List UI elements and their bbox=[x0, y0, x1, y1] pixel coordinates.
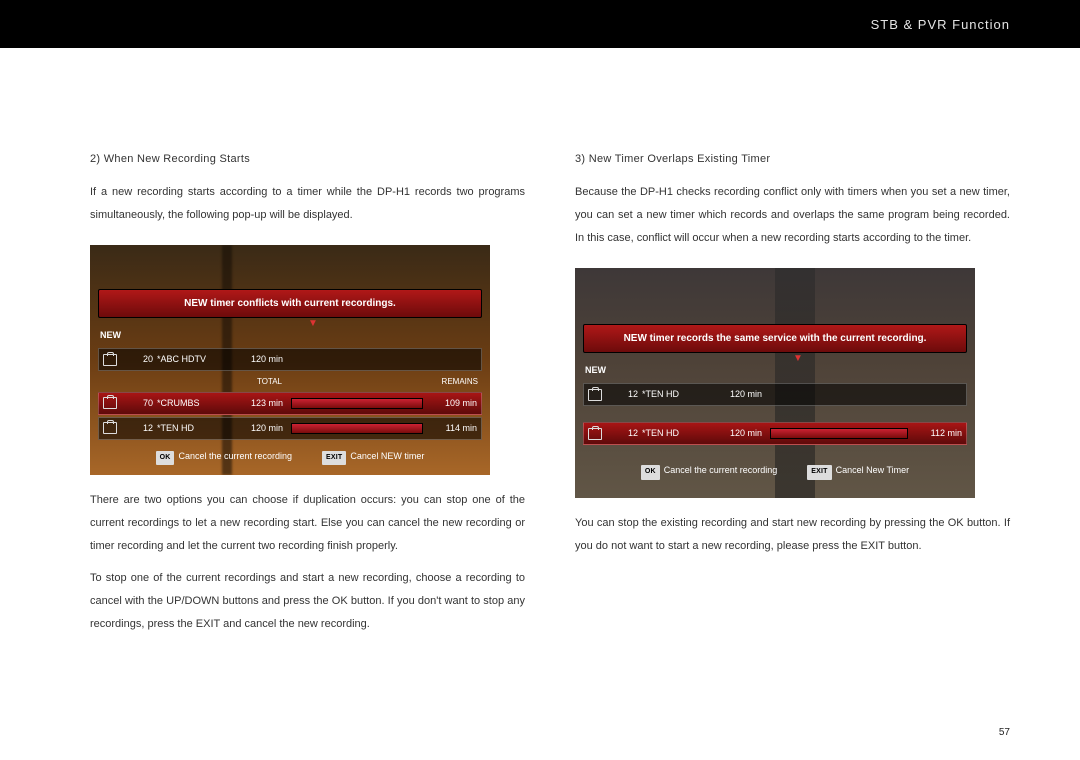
new-dur: 120 min bbox=[237, 350, 283, 369]
tv-icon bbox=[103, 354, 117, 366]
progress-bar bbox=[291, 423, 423, 434]
current-row[interactable]: 12 *TEN HD 120 min 112 min bbox=[583, 422, 967, 445]
right-p2: You can stop the existing recording and … bbox=[575, 512, 1010, 558]
screenshot-conflict-popup: NEW timer conflicts with current recordi… bbox=[90, 245, 490, 475]
ok-action[interactable]: OKCancel the current recording bbox=[156, 447, 292, 466]
left-p2: There are two options you can choose if … bbox=[90, 489, 525, 558]
new-name: *ABC HDTV bbox=[157, 350, 233, 369]
new-ch: 20 bbox=[131, 350, 153, 369]
current-row-1[interactable]: 12 *TEN HD 120 min 114 min bbox=[98, 417, 482, 440]
current-row-0[interactable]: 70 *CRUMBS 123 min 109 min bbox=[98, 392, 482, 415]
left-p3: To stop one of the current recordings an… bbox=[90, 567, 525, 636]
left-p1: If a new recording starts according to a… bbox=[90, 181, 525, 227]
header-title: STB & PVR Function bbox=[871, 17, 1010, 32]
new-label: NEW bbox=[98, 324, 482, 347]
ok-button: OK bbox=[641, 465, 660, 480]
tv-icon bbox=[103, 397, 117, 409]
exit-button: EXIT bbox=[807, 465, 831, 480]
new-label: NEW bbox=[583, 359, 967, 382]
new-timer-row: 12 *TEN HD 120 min bbox=[583, 383, 967, 406]
header-bar: STB & PVR Function bbox=[0, 0, 1080, 48]
page-number: 57 bbox=[999, 727, 1010, 738]
left-column: 2) When New Recording Starts If a new re… bbox=[90, 88, 525, 644]
right-column: 3) New Timer Overlaps Existing Timer Bec… bbox=[575, 88, 1010, 644]
exit-action[interactable]: EXITCancel NEW timer bbox=[322, 447, 424, 466]
popup-banner: NEW timer records the same service with … bbox=[583, 324, 967, 353]
page-body: 2) When New Recording Starts If a new re… bbox=[0, 48, 1080, 664]
exit-button: EXIT bbox=[322, 451, 346, 466]
tv-icon bbox=[588, 389, 602, 401]
ok-button: OK bbox=[156, 451, 175, 466]
right-p1: Because the DP-H1 checks recording confl… bbox=[575, 181, 1010, 250]
progress-bar bbox=[770, 428, 908, 439]
new-timer-row: 20 *ABC HDTV 120 min bbox=[98, 348, 482, 371]
tv-icon bbox=[103, 422, 117, 434]
col-total: TOTAL bbox=[102, 374, 282, 391]
left-heading: 2) When New Recording Starts bbox=[90, 148, 525, 171]
marker-icon: ▼ bbox=[793, 348, 803, 369]
col-remains: REMAINS bbox=[282, 374, 478, 391]
column-headers: TOTAL REMAINS bbox=[98, 374, 482, 391]
screenshot-overlap-popup: NEW timer records the same service with … bbox=[575, 268, 975, 498]
popup-banner: NEW timer conflicts with current recordi… bbox=[98, 289, 482, 318]
popup-footer: OKCancel the current recording EXITCance… bbox=[583, 455, 967, 480]
popup-footer: OKCancel the current recording EXITCance… bbox=[98, 441, 482, 466]
right-heading: 3) New Timer Overlaps Existing Timer bbox=[575, 148, 1010, 171]
popup-ui: NEW timer conflicts with current recordi… bbox=[98, 289, 482, 457]
popup-ui: NEW timer records the same service with … bbox=[583, 324, 967, 480]
tv-icon bbox=[588, 428, 602, 440]
ok-action[interactable]: OKCancel the current recording bbox=[641, 461, 777, 480]
progress-bar bbox=[291, 398, 423, 409]
exit-action[interactable]: EXITCancel New Timer bbox=[807, 461, 909, 480]
marker-icon: ▼ bbox=[308, 313, 318, 334]
